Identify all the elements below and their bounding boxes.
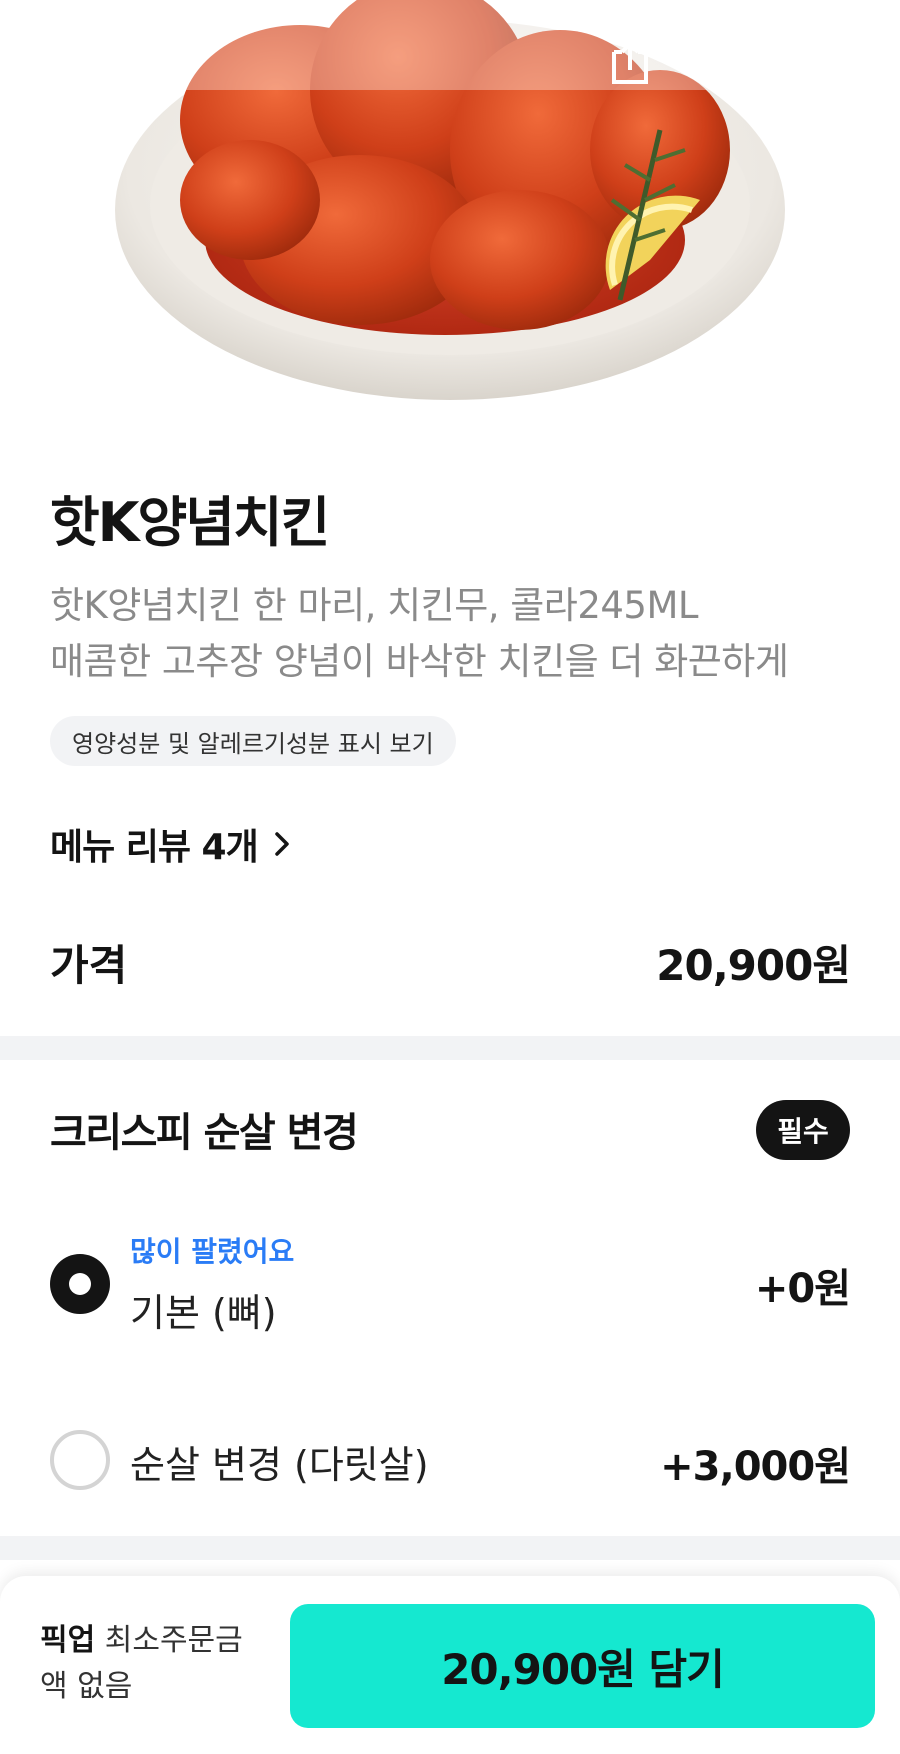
menu-review-link[interactable]: 메뉴 리뷰 4개 xyxy=(50,818,292,870)
product-image xyxy=(0,0,900,440)
product-description: 핫K양념치킨 한 마리, 치킨무, 콜라245ML 매콤한 고추장 양념이 바삭… xyxy=(50,578,789,690)
search-icon[interactable] xyxy=(706,40,762,96)
share-icon[interactable] xyxy=(606,40,662,96)
product-title: 핫K양념치킨 xyxy=(50,491,330,554)
description-line: 핫K양념치킨 한 마리, 치킨무, 콜라245ML xyxy=(50,584,699,627)
section-divider xyxy=(0,1036,900,1060)
menu-review-label: 메뉴 리뷰 4개 xyxy=(50,827,259,868)
radio-selected-icon[interactable] xyxy=(50,1254,110,1314)
option-price: +3,000원 xyxy=(660,1444,851,1490)
option-price: +0원 xyxy=(754,1266,851,1312)
bottom-order-bar: 픽업 최소주문금액 없음 20,900원 담기 xyxy=(0,1576,900,1754)
popular-badge: 많이 팔렸어요 xyxy=(130,1235,295,1268)
price-label: 가격 xyxy=(50,941,128,990)
arrow-left-icon[interactable] xyxy=(38,40,94,96)
option-group-title: 크리스피 순살 변경 xyxy=(50,1110,359,1156)
radio-unselected-icon[interactable] xyxy=(50,1430,110,1490)
option-label: 기본 (뼈) xyxy=(130,1291,277,1335)
price-value: 20,900원 xyxy=(656,941,851,990)
nutrition-info-chip[interactable]: 영양성분 및 알레르기성분 표시 보기 xyxy=(50,716,456,766)
option-item[interactable]: 많이 팔렸어요 기본 (뼈) +0원 xyxy=(50,1230,851,1340)
pickup-info: 픽업 최소주문금액 없음 xyxy=(40,1618,270,1710)
section-divider xyxy=(0,1536,900,1560)
price-row: 가격 20,900원 xyxy=(50,932,851,993)
option-item[interactable]: 순살 변경 (다릿살) +3,000원 xyxy=(50,1426,851,1496)
cart-icon[interactable] xyxy=(806,40,862,96)
pickup-label: 픽업 xyxy=(40,1623,96,1658)
add-to-cart-button[interactable]: 20,900원 담기 xyxy=(290,1604,875,1728)
option-label: 순살 변경 (다릿살) xyxy=(130,1443,429,1487)
chevron-right-icon xyxy=(274,832,289,856)
description-line: 매콤한 고추장 양념이 바삭한 치킨을 더 화끈하게 xyxy=(50,640,789,683)
top-app-bar xyxy=(0,0,900,140)
required-badge: 필수 xyxy=(756,1100,850,1160)
